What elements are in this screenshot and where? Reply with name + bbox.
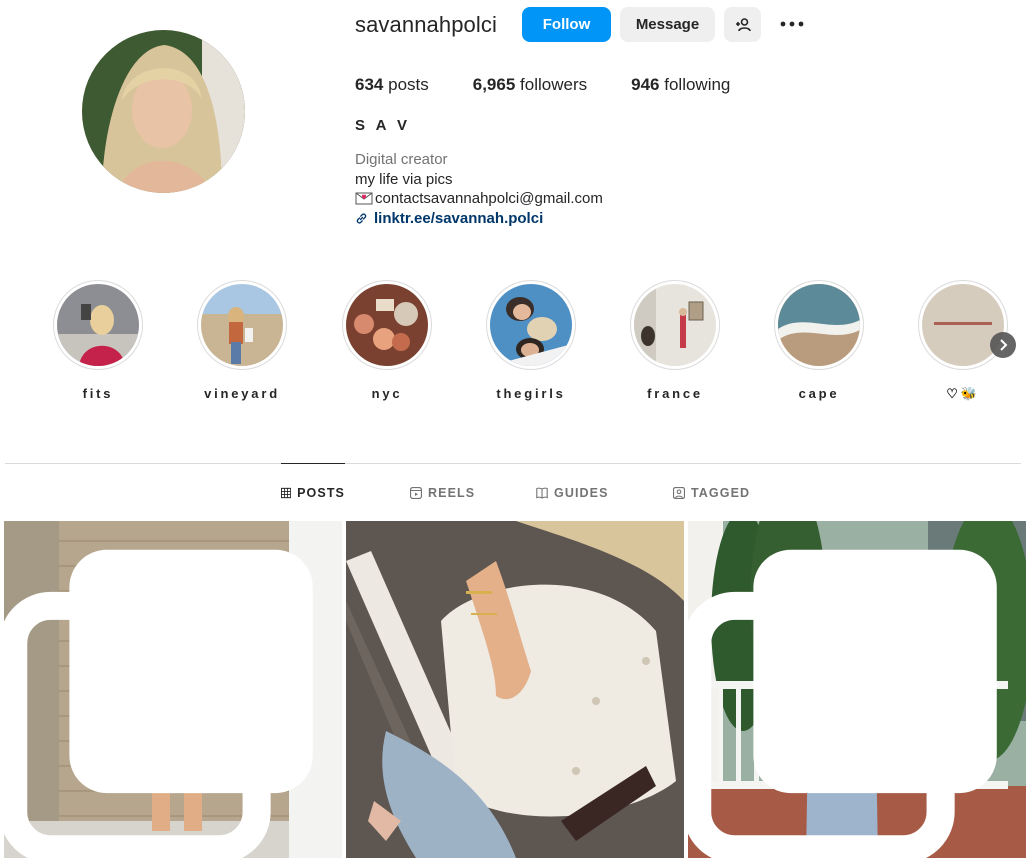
envelope-icon bbox=[355, 192, 373, 205]
posts-stat: 634 posts bbox=[355, 75, 429, 95]
grid-icon bbox=[281, 487, 292, 499]
link-icon bbox=[356, 213, 367, 224]
highlight-cover bbox=[778, 284, 860, 366]
message-button[interactable]: Message bbox=[620, 7, 715, 42]
bio-link[interactable]: linktr.ee/savannah.polci bbox=[355, 209, 603, 229]
highlight-cover bbox=[201, 284, 283, 366]
highlight-label: thegirls bbox=[496, 386, 566, 401]
bio-email-row: contactsavannahpolci@gmail.com bbox=[355, 189, 603, 209]
bio-email: contactsavannahpolci@gmail.com bbox=[375, 190, 603, 207]
avatar-photo bbox=[82, 30, 245, 193]
profile-avatar[interactable] bbox=[82, 30, 245, 193]
profile-bio: Digital creator my life via pics contact… bbox=[355, 150, 603, 228]
highlight-label: ♡🐝 bbox=[946, 386, 980, 401]
posts-label: posts bbox=[388, 75, 429, 94]
reels-icon bbox=[410, 487, 422, 499]
highlight-item[interactable]: fits bbox=[28, 280, 168, 401]
highlight-cover bbox=[634, 284, 716, 366]
tab-guides[interactable]: GUIDES bbox=[536, 464, 609, 522]
highlight-label: france bbox=[647, 386, 703, 401]
highlight-cover bbox=[490, 284, 572, 366]
followers-label: followers bbox=[520, 75, 588, 94]
carousel-icon bbox=[688, 549, 997, 858]
post-thumbnail[interactable] bbox=[346, 521, 684, 858]
profile-username: savannahpolci bbox=[355, 12, 497, 37]
tab-label: POSTS bbox=[297, 486, 345, 500]
bio-link-text: linktr.ee/savannah.polci bbox=[374, 209, 544, 227]
person-add-icon bbox=[735, 17, 751, 31]
highlight-label: cape bbox=[798, 386, 840, 401]
tab-tagged[interactable]: TAGGED bbox=[673, 464, 750, 522]
highlight-cover bbox=[346, 284, 428, 366]
tab-label: REELS bbox=[428, 486, 476, 500]
tab-posts[interactable]: POSTS bbox=[281, 463, 345, 522]
highlight-item[interactable]: nyc bbox=[317, 280, 457, 401]
following-label: following bbox=[664, 75, 731, 94]
post-image bbox=[346, 521, 684, 858]
following-stat[interactable]: 946 following bbox=[631, 75, 730, 95]
highlight-item[interactable]: thegirls bbox=[461, 280, 601, 401]
highlight-cover bbox=[922, 284, 1004, 366]
bio-line: my life via pics bbox=[355, 170, 453, 188]
profile-full-name: S A V bbox=[355, 117, 411, 134]
story-highlights: fits vineyard nyc thegirls france cape ♡… bbox=[0, 280, 1026, 410]
highlight-cover bbox=[57, 284, 139, 366]
highlight-item[interactable]: vineyard bbox=[172, 280, 312, 401]
post-thumbnail[interactable] bbox=[4, 521, 342, 858]
followers-stat[interactable]: 6,965 followers bbox=[473, 75, 587, 95]
more-dots-icon bbox=[780, 21, 804, 27]
profile-stats: 634 posts 6,965 followers 946 following bbox=[355, 75, 774, 95]
tab-reels[interactable]: REELS bbox=[410, 464, 475, 522]
posts-grid bbox=[4, 521, 1026, 862]
suggest-user-button[interactable] bbox=[724, 7, 761, 42]
tagged-icon bbox=[673, 487, 685, 499]
carousel-icon bbox=[4, 549, 313, 858]
tabs-divider bbox=[5, 463, 1021, 464]
tab-label: TAGGED bbox=[691, 486, 751, 500]
more-options-button[interactable] bbox=[776, 10, 808, 38]
follow-button[interactable]: Follow bbox=[522, 7, 611, 42]
profile-category: Digital creator bbox=[355, 151, 448, 168]
tab-label: GUIDES bbox=[554, 486, 609, 500]
followers-count: 6,965 bbox=[472, 75, 516, 94]
guides-icon bbox=[536, 487, 548, 499]
posts-count: 634 bbox=[355, 75, 384, 94]
following-count: 946 bbox=[631, 75, 660, 94]
highlight-label: vineyard bbox=[204, 386, 280, 401]
highlights-next-button[interactable] bbox=[990, 332, 1016, 358]
post-thumbnail[interactable] bbox=[688, 521, 1026, 858]
chevron-right-icon bbox=[1000, 339, 1008, 351]
highlight-item[interactable]: cape bbox=[749, 280, 889, 401]
highlight-item[interactable]: france bbox=[605, 280, 745, 401]
highlight-label: fits bbox=[82, 386, 114, 401]
highlight-label: nyc bbox=[371, 386, 403, 401]
